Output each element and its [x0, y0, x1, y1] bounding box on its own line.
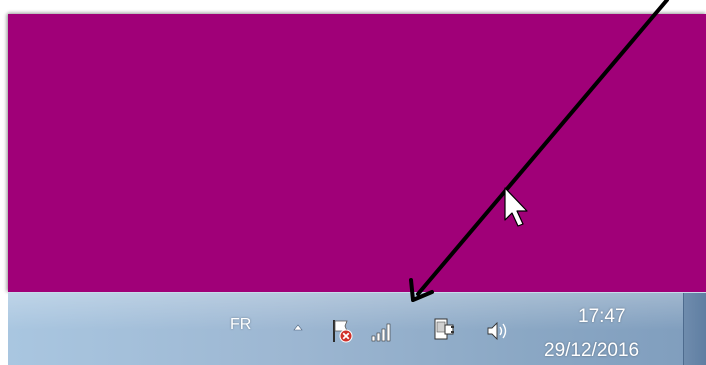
desktop-background[interactable] — [8, 14, 706, 292]
power-plug-icon[interactable] — [432, 316, 456, 342]
show-desktop-button[interactable] — [683, 293, 706, 365]
show-hidden-icons-button[interactable] — [292, 322, 304, 334]
action-center-flag-icon[interactable] — [330, 318, 354, 344]
volume-icon[interactable] — [486, 318, 510, 344]
language-indicator[interactable]: FR — [230, 316, 251, 334]
clock-date[interactable]: 29/12/2016 — [544, 340, 639, 362]
screenshot: FR 17:47 29/12/2016 — [0, 0, 706, 365]
network-signal-icon[interactable] — [370, 318, 394, 344]
clock-time[interactable]: 17:47 — [578, 306, 626, 328]
